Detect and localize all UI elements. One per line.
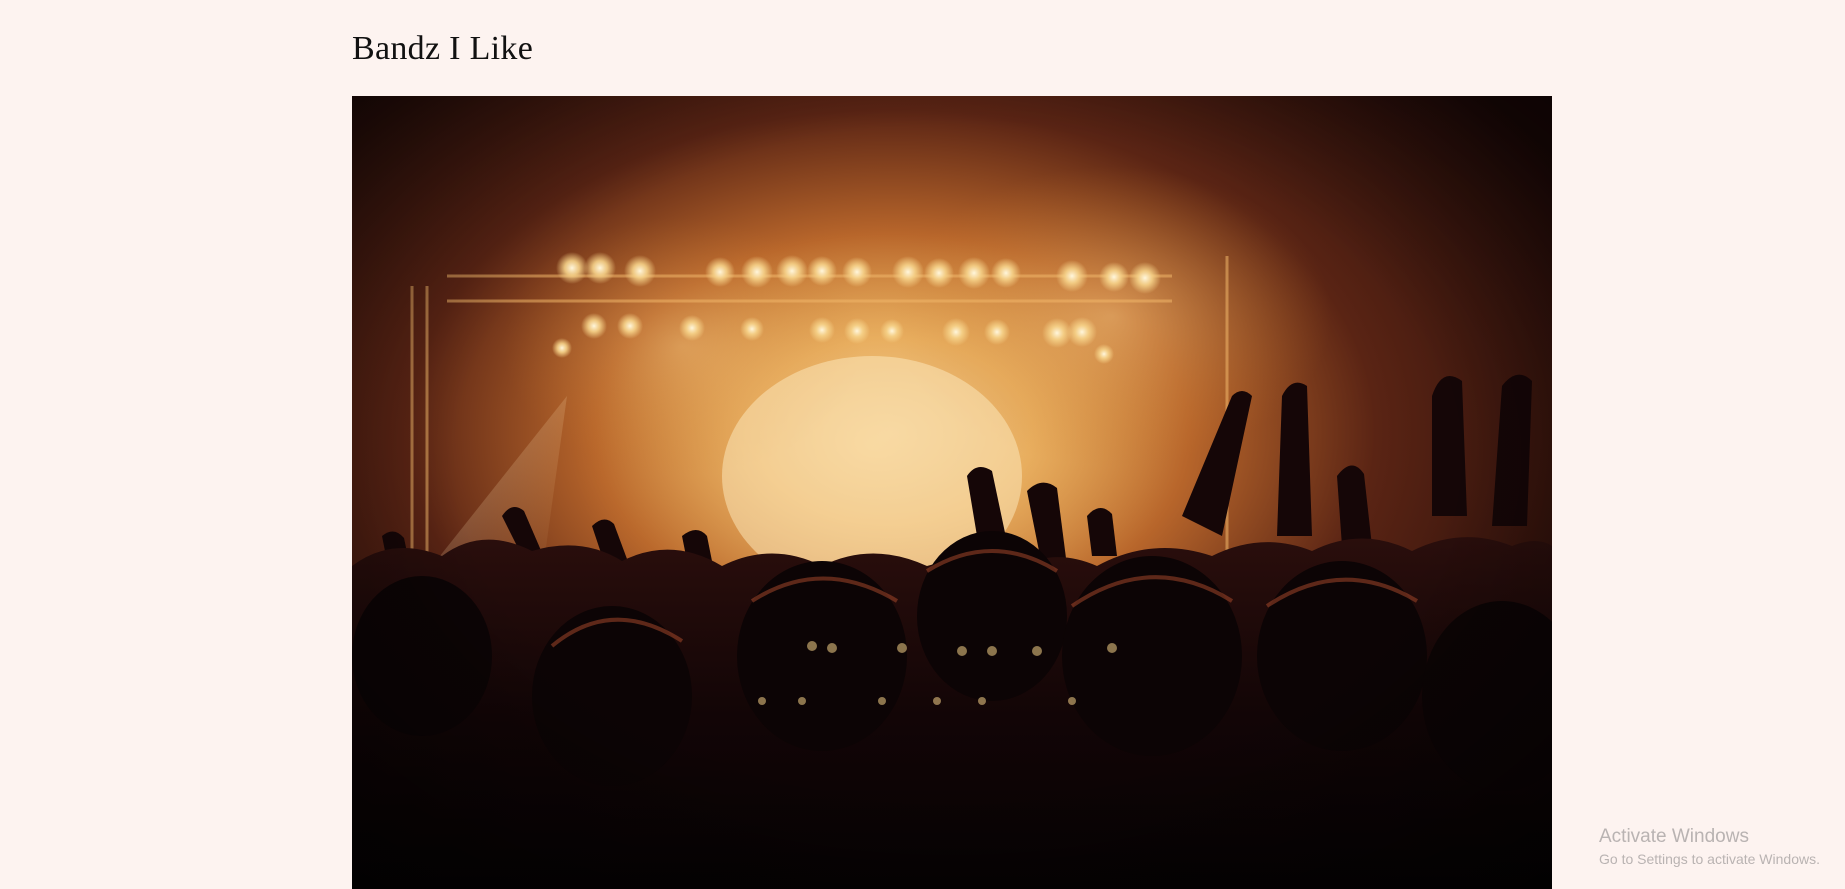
concert-photo-artwork — [352, 96, 1552, 889]
windows-activation-watermark: Activate Windows Go to Settings to activ… — [1599, 826, 1820, 868]
watermark-title: Activate Windows — [1599, 826, 1749, 847]
page-title: Bandz I Like — [352, 30, 534, 67]
concert-photo — [352, 96, 1552, 889]
watermark-subtitle: Go to Settings to activate Windows. — [1599, 850, 1820, 867]
